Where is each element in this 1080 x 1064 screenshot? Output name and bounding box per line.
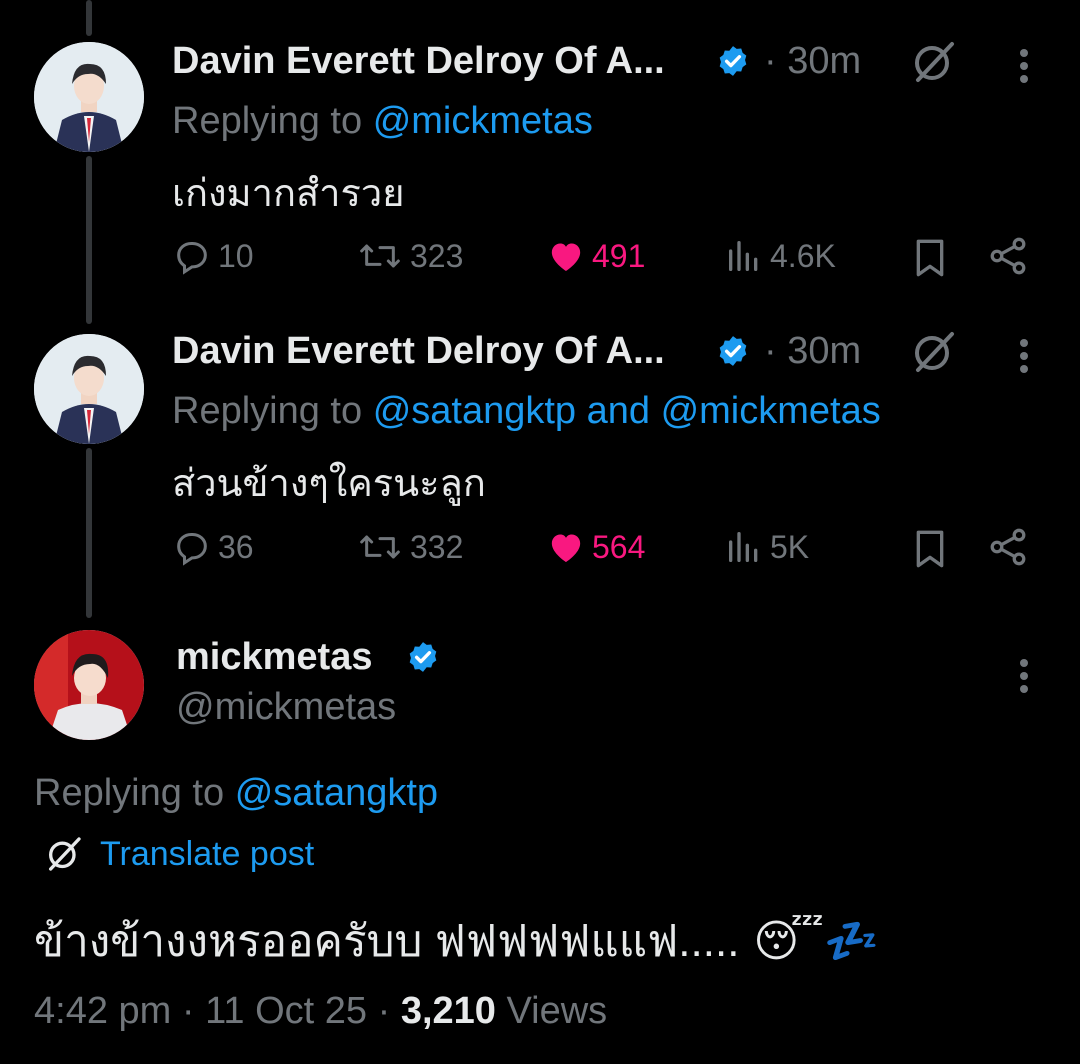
repost-button[interactable]: 323: [356, 236, 463, 276]
reply-text: เก่งมากสำรวย: [172, 173, 405, 215]
mention-link[interactable]: @mickmetas: [373, 100, 593, 142]
views-label: Views: [506, 990, 608, 1032]
avatar[interactable]: [34, 630, 144, 740]
post-date[interactable]: 11 Oct 25: [205, 990, 367, 1032]
grok-icon[interactable]: [910, 38, 958, 86]
mention-link[interactable]: @satangktp: [235, 772, 438, 814]
like-count: 564: [592, 528, 646, 565]
post-text: ข้างข้างงหรออครับบ ฟฟฟฟฟแแฟ..... 😴💤: [34, 906, 879, 976]
share-icon[interactable]: [986, 234, 1030, 278]
verified-badge-icon: [409, 642, 437, 672]
like-count: 491: [592, 237, 646, 274]
author-name[interactable]: Davin Everett Delroy Of A...: [172, 40, 665, 83]
reply-icon: [177, 533, 207, 566]
avatar[interactable]: [34, 334, 144, 444]
thread-connector-top: [86, 0, 92, 36]
bookmark-icon[interactable]: [910, 527, 950, 571]
grok-icon: [49, 837, 81, 871]
post-time[interactable]: · 30m: [764, 330, 861, 373]
post-time[interactable]: 4:42 pm: [34, 990, 171, 1032]
thread-connector-2: [86, 448, 92, 618]
reply-count: 10: [218, 237, 254, 274]
views-button[interactable]: 5K: [724, 527, 809, 567]
separator: ·: [377, 990, 391, 1032]
share-icon[interactable]: [986, 525, 1030, 569]
post-body: ข้างข้างงหรออครับบ ฟฟฟฟฟแแฟ.....: [34, 917, 740, 966]
author-name[interactable]: mickmetas: [176, 636, 372, 679]
mention-link[interactable]: @mickmetas: [661, 390, 881, 432]
verified-badge-icon: [719, 336, 747, 366]
grok-icon[interactable]: [910, 328, 958, 376]
replying-label: Replying to: [34, 772, 225, 814]
post-footer: 4:42 pm · 11 Oct 25 · 3,210 Views: [34, 990, 607, 1033]
views-icon: [729, 532, 758, 562]
translate-post-button[interactable]: Translate post: [44, 834, 314, 874]
heart-icon: [551, 243, 581, 271]
replying-to-line: Replying to @mickmetas: [172, 100, 593, 143]
views-count: 4.6K: [770, 237, 836, 274]
views-count: 5K: [770, 528, 810, 565]
heart-icon: [551, 534, 581, 562]
repost-count: 323: [410, 237, 464, 274]
more-icon[interactable]: [1014, 44, 1034, 88]
replying-label: Replying to: [172, 100, 363, 142]
more-icon[interactable]: [1014, 334, 1034, 378]
author-handle[interactable]: @mickmetas: [176, 686, 396, 729]
views-button[interactable]: 4.6K: [724, 236, 836, 276]
verified-badge-icon: [719, 46, 747, 76]
repost-button[interactable]: 332: [356, 527, 463, 567]
reply-text: ส่วนข้างๆใครนะลูก: [172, 463, 486, 505]
translate-label[interactable]: Translate post: [100, 835, 314, 874]
separator: ·: [181, 990, 195, 1032]
bookmark-icon[interactable]: [910, 236, 950, 280]
reply-count: 36: [218, 528, 254, 565]
thread-connector-1: [86, 156, 92, 324]
avatar[interactable]: [34, 42, 144, 152]
repost-icon: [360, 535, 400, 559]
replying-label: Replying to: [172, 390, 363, 432]
replying-to-line: Replying to @satangktp and @mickmetas: [172, 390, 881, 433]
like-button[interactable]: 491: [546, 236, 645, 276]
views-icon: [729, 241, 758, 271]
repost-icon: [360, 244, 400, 268]
post-time[interactable]: · 30m: [764, 40, 861, 83]
sleeping-emoji: 😴💤: [753, 917, 879, 966]
reply-icon: [177, 242, 207, 275]
more-icon[interactable]: [1014, 654, 1034, 698]
author-name[interactable]: Davin Everett Delroy Of A...: [172, 330, 665, 373]
repost-count: 332: [410, 528, 464, 565]
like-button[interactable]: 564: [546, 527, 645, 567]
replying-to-line: Replying to @satangktp: [34, 772, 438, 815]
mention-link[interactable]: @satangktp: [373, 390, 576, 432]
mention-conjunction: and: [586, 390, 651, 432]
views-count: 3,210: [400, 990, 496, 1032]
reply-button[interactable]: 36: [172, 527, 254, 567]
reply-button[interactable]: 10: [172, 236, 254, 276]
